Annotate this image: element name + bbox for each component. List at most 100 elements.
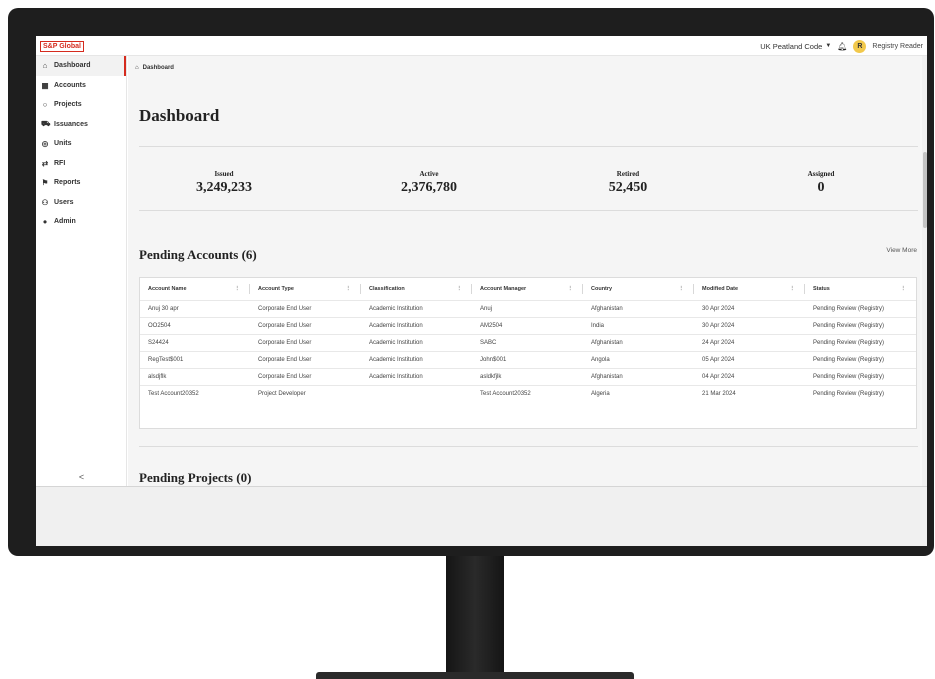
- sidebar-item-label: Dashboard: [54, 62, 91, 70]
- sidebar-item-label: Issuances: [54, 120, 88, 128]
- sort-icon[interactable]: ⋮: [679, 286, 685, 292]
- view-more-link[interactable]: View More: [886, 247, 917, 254]
- stat-assigned: Assigned 0: [746, 170, 896, 196]
- stat-label: Issued: [214, 170, 234, 178]
- column-header[interactable]: Account Name ⋮: [140, 278, 250, 300]
- monitor-stand-neck: [446, 556, 504, 679]
- sidebar-item-issuances[interactable]: ⛟ Issuances: [36, 115, 126, 135]
- sort-icon[interactable]: ⋮: [790, 286, 796, 292]
- home-icon[interactable]: ⌂: [135, 65, 139, 71]
- table-cell: 21 Mar 2024: [694, 384, 805, 402]
- table-row[interactable]: Test Account20352 Project Developer Test…: [140, 384, 916, 402]
- table-row[interactable]: alsdjflk Corporate End User Academic Ins…: [140, 367, 916, 385]
- sidebar-item-users[interactable]: ⚇ Users: [36, 193, 126, 213]
- vertical-scrollbar[interactable]: [922, 56, 927, 486]
- sidebar-item-rfi[interactable]: ⇄ RFI: [36, 154, 126, 174]
- stat-active: Active 2,376,780: [354, 170, 504, 196]
- table-cell: Pending Review (Registry): [805, 299, 916, 317]
- avatar[interactable]: R: [853, 39, 867, 53]
- brand-logo[interactable]: S&P Global: [40, 41, 84, 52]
- table-row[interactable]: S24424 Corporate End User Academic Insti…: [140, 333, 916, 351]
- main-content: ⌂ Dashboard Dashboard Issued 3,249,233 A…: [128, 56, 927, 486]
- table-cell: RegTest$001: [140, 350, 250, 368]
- breadcrumb: ⌂ Dashboard: [135, 65, 174, 71]
- column-header[interactable]: Classification ⋮: [361, 278, 472, 300]
- sort-icon[interactable]: ⋮: [457, 286, 463, 292]
- table-cell: Academic Institution: [361, 350, 472, 368]
- column-header[interactable]: Country ⋮: [583, 278, 694, 300]
- table-row[interactable]: OO2504 Corporate End User Academic Insti…: [140, 316, 916, 334]
- table-cell: asldkfjlk: [472, 367, 583, 385]
- sidebar-item-label: Users: [54, 198, 74, 206]
- sort-icon[interactable]: ⋮: [235, 286, 241, 292]
- bell-icon[interactable]: 🔔︎: [837, 42, 847, 51]
- registry-code-select[interactable]: UK Peatland Code ▼: [760, 42, 831, 51]
- column-header-label: Classification: [369, 285, 405, 292]
- scrollbar-thumb[interactable]: [923, 152, 927, 228]
- divider: [139, 446, 918, 447]
- column-header[interactable]: Modified Date ⋮: [694, 278, 805, 300]
- screen: S&P Global UK Peatland Code ▼ 🔔︎ R Regis…: [36, 36, 927, 546]
- sidebar-collapse-button[interactable]: <: [36, 472, 127, 486]
- sidebar: ⌂ Dashboard ▦ Accounts ○ Projects ⛟ Issu…: [36, 56, 127, 486]
- top-bar: S&P Global UK Peatland Code ▼ 🔔︎ R Regis…: [36, 36, 927, 56]
- sidebar-item-accounts[interactable]: ▦ Accounts: [36, 76, 126, 96]
- user-name[interactable]: Registry Reader: [872, 43, 923, 50]
- divider: [139, 210, 918, 211]
- sidebar-item-label: RFI: [54, 159, 66, 167]
- sort-icon[interactable]: ⋮: [901, 286, 907, 292]
- table-cell: Corporate End User: [250, 350, 361, 368]
- table-header-row: Account Name ⋮ Account Type ⋮ Classificati…: [140, 278, 916, 300]
- table-cell: Corporate End User: [250, 333, 361, 351]
- sort-icon[interactable]: ⋮: [346, 286, 352, 292]
- stat-label: Retired: [616, 170, 640, 178]
- table-cell: Test Account20352: [140, 384, 250, 402]
- column-header[interactable]: Account Type ⋮: [250, 278, 361, 300]
- column-header[interactable]: Status ⋮: [805, 278, 916, 300]
- sidebar-item-units[interactable]: ◎ Units: [36, 134, 126, 154]
- stat-value: 52,450: [608, 180, 648, 195]
- column-header-label: Account Name: [148, 285, 187, 292]
- sidebar-item-label: Units: [54, 140, 72, 148]
- table-cell: Afghanistan: [583, 367, 694, 385]
- pending-accounts-title: Pending Accounts (6): [139, 247, 257, 262]
- bottom-strip: [36, 486, 927, 546]
- sidebar-item-projects[interactable]: ○ Projects: [36, 95, 126, 115]
- sidebar-item-label: Projects: [54, 101, 82, 109]
- table-cell: Pending Review (Registry): [805, 316, 916, 334]
- divider: [139, 146, 918, 147]
- table-cell: 30 Apr 2024: [694, 316, 805, 334]
- sidebar-item-reports[interactable]: ⚑ Reports: [36, 173, 126, 193]
- sort-icon[interactable]: ⋮: [568, 286, 574, 292]
- accounts-icon: ▦: [41, 80, 49, 90]
- table-cell: Pending Review (Registry): [805, 384, 916, 402]
- table-cell: SABC: [472, 333, 583, 351]
- pending-projects-title: Pending Projects (0): [139, 470, 252, 485]
- table-cell: Academic Institution: [361, 367, 472, 385]
- column-header-label: Modified Date: [702, 285, 739, 292]
- table-cell: S24424: [140, 333, 250, 351]
- table-cell: Academic Institution: [361, 333, 472, 351]
- table-cell: Afghanistan: [583, 333, 694, 351]
- table-row[interactable]: Anuj 30 apr Corporate End User Academic …: [140, 299, 916, 317]
- table-cell: Angola: [583, 350, 694, 368]
- stat-value: 3,249,233: [196, 180, 252, 195]
- home-icon: ⌂: [42, 61, 48, 71]
- table-cell: AM2504: [472, 316, 583, 334]
- table-row[interactable]: RegTest$001 Corporate End User Academic …: [140, 350, 916, 368]
- table-cell: 30 Apr 2024: [694, 299, 805, 317]
- flag-icon: ⚑: [41, 178, 49, 188]
- table-cell: Corporate End User: [250, 367, 361, 385]
- table-cell: 04 Apr 2024: [694, 367, 805, 385]
- column-header-label: Status: [813, 285, 830, 292]
- sidebar-item-admin[interactable]: ● Admin: [36, 212, 126, 232]
- sidebar-item-dashboard[interactable]: ⌂ Dashboard: [36, 56, 126, 76]
- stats-row: Issued 3,249,233 Active 2,376,780 Retire…: [139, 148, 918, 208]
- table-cell: Corporate End User: [250, 316, 361, 334]
- users-icon: ⚇: [41, 197, 49, 207]
- column-header[interactable]: Account Manager ⋮: [472, 278, 583, 300]
- stat-label: Assigned: [807, 170, 835, 178]
- breadcrumb-current: Dashboard: [142, 65, 174, 71]
- monitor-bezel: S&P Global UK Peatland Code ▼ 🔔︎ R Regis…: [8, 8, 934, 556]
- stat-retired: Retired 52,450: [553, 170, 703, 196]
